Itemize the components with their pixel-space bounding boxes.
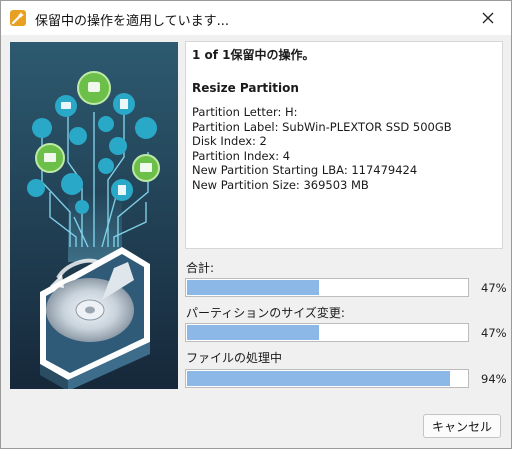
close-button[interactable] (465, 1, 511, 35)
file-progress-fill (187, 371, 450, 386)
detail-starting-lba: New Partition Starting LBA: 117479424 (192, 163, 418, 177)
title-bar: 保留中の操作を適用しています... (1, 1, 511, 35)
operation-name: Resize Partition (192, 81, 299, 95)
pending-count-heading: 1 of 1保留中の操作。 (192, 48, 315, 62)
disk-illustration (10, 42, 178, 389)
total-progress-bar (185, 278, 469, 297)
operation-details-panel: 1 of 1保留中の操作。 Resize Partition Partition… (185, 41, 503, 249)
detail-disk-index: Disk Index: 2 (192, 134, 267, 148)
total-progress-label: 合計: (186, 261, 215, 275)
dialog-window: 保留中の操作を適用しています... 1 of 1保留中の操作。 Resize P… (0, 0, 512, 449)
file-progress-bar (185, 369, 469, 388)
resize-progress-label: パーティションのサイズ変更: (186, 306, 345, 320)
resize-progress-bar (185, 323, 469, 342)
window-title: 保留中の操作を適用しています... (35, 14, 230, 29)
close-icon (482, 12, 494, 24)
detail-partition-index: Partition Index: 4 (192, 148, 291, 163)
file-progress-label: ファイルの処理中 (186, 351, 283, 365)
detail-partition-label: Partition Label: SubWin-PLEXTOR SSD 500G… (192, 119, 452, 134)
cancel-button[interactable]: キャンセル (423, 414, 501, 438)
file-progress-percent: 94% (481, 372, 507, 386)
dialog-body: 1 of 1保留中の操作。 Resize Partition Partition… (1, 35, 511, 448)
wand-icon (9, 9, 27, 27)
resize-progress-percent: 47% (481, 326, 507, 340)
resize-progress-fill (187, 325, 319, 340)
detail-partition-size: New Partition Size: 369503 MB (192, 177, 369, 192)
total-progress-fill (187, 280, 319, 295)
detail-partition-letter: Partition Letter: H: (192, 105, 298, 119)
total-progress-percent: 47% (481, 281, 507, 295)
